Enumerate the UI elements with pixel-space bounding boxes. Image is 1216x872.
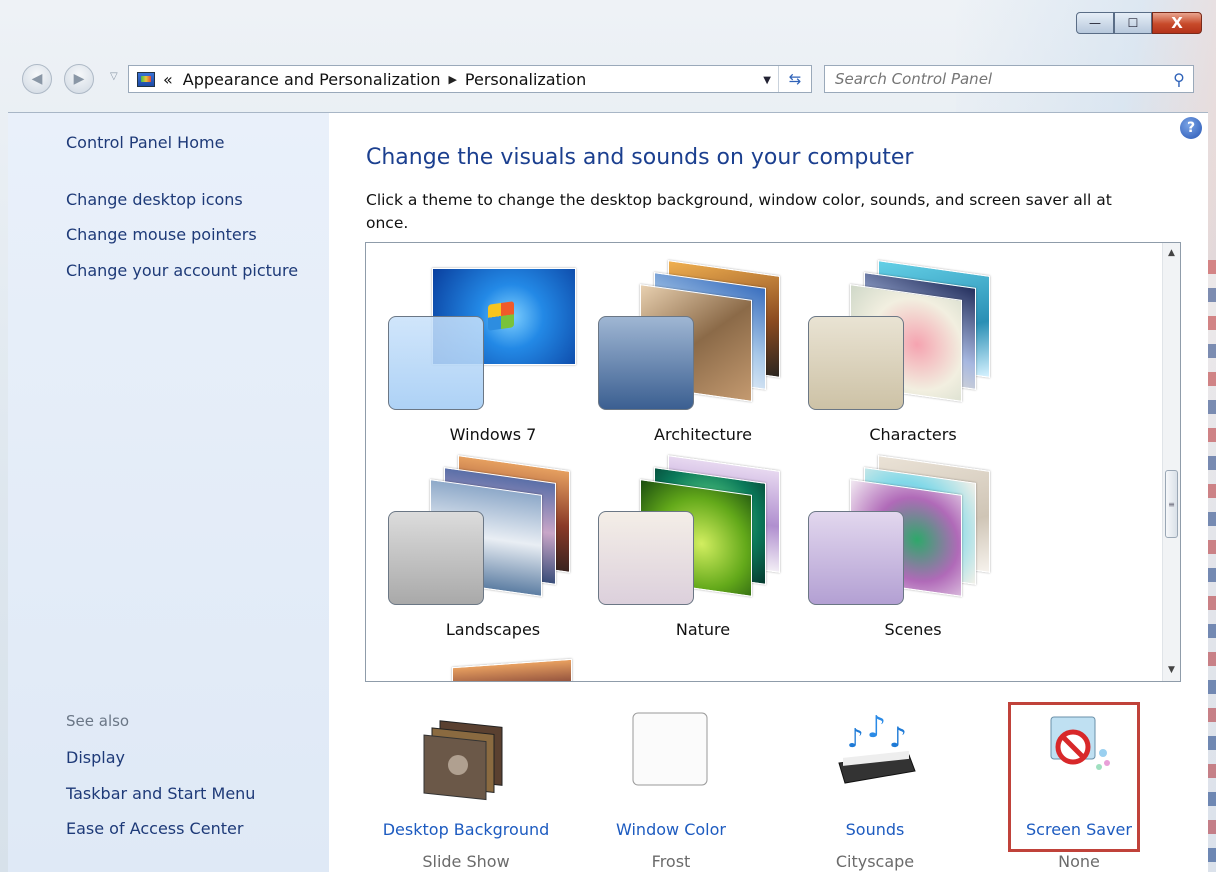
window-color-icon [632,712,708,786]
control-panel-home-link[interactable]: Control Panel Home [66,133,224,152]
window-color-link[interactable]: Window Color [571,820,771,839]
theme-scenes[interactable]: Scenes [808,455,1018,648]
address-bar[interactable]: « Appearance and Personalization ▶ Perso… [128,65,812,93]
svg-text:♪: ♪ [867,710,886,745]
sounds-value: Cityscape [835,852,915,871]
theme-preview-partial [452,658,572,681]
window-color-swatch [598,316,694,410]
window-color-swatch [808,316,904,410]
back-arrow-icon: ◀ [31,71,43,87]
breadcrumb-appearance[interactable]: Appearance and Personalization [183,70,441,89]
window-frame: — ☐ X ◀ ▶ ▽ « Appearance and Personaliza… [0,0,1216,872]
back-button[interactable]: ◀ [22,64,52,94]
window-caption-buttons: — ☐ X [1076,12,1202,34]
theme-windows7[interactable]: Windows 7 [388,268,598,453]
theme-gallery-scrollbar[interactable]: ▲ ≡ ▼ [1162,243,1180,681]
control-panel-icon [137,71,155,87]
task-pane: Control Panel Home Change desktop icons … [8,113,329,872]
search-box[interactable]: ⚲ [824,65,1194,93]
sounds-icon: ♪ ♪ ♪ [838,710,916,784]
search-input[interactable] [825,69,1165,89]
theme-label: Architecture [654,425,752,444]
desktop-background-value: Slide Show [422,852,510,871]
window-color-swatch [808,511,904,605]
breadcrumb-separator-icon[interactable]: ▶ [448,73,456,86]
page-title: Change the visuals and sounds on your co… [366,145,914,170]
help-icon[interactable]: ? [1180,117,1202,139]
search-icon[interactable]: ⚲ [1165,70,1193,89]
theme-gallery[interactable]: Windows 7 Architecture Characters Landsc… [365,242,1181,682]
scrollbar-thumb[interactable]: ≡ [1165,470,1178,538]
navigation-bar: ◀ ▶ ▽ « Appearance and Personalization ▶… [22,62,1202,98]
theme-label: Scenes [884,620,942,639]
minimize-button[interactable]: — [1076,12,1114,34]
change-account-picture-link[interactable]: Change your account picture [66,261,298,280]
recent-pages-dropdown-icon[interactable]: ▽ [110,71,118,82]
theme-nature[interactable]: Nature [598,455,808,648]
desktop-background-setting[interactable]: Desktop Background Slide Show [366,703,566,871]
see-also-heading: See also [66,712,130,730]
sounds-link[interactable]: Sounds [775,820,975,839]
window-color-swatch [388,511,484,605]
content-area: Control Panel Home Change desktop icons … [8,112,1208,872]
theme-characters[interactable]: Characters [808,260,1018,453]
theme-label: Landscapes [445,620,541,639]
window-color-value: Frost [651,852,691,871]
window-color-setting[interactable]: Window Color Frost [571,703,771,871]
desktop-background-link[interactable]: Desktop Background [366,820,566,839]
close-button[interactable]: X [1152,12,1202,34]
address-dropdown-icon[interactable]: ▼ [763,75,771,86]
theme-architecture[interactable]: Architecture [598,260,808,453]
sounds-setting[interactable]: ♪ ♪ ♪ Sounds Cityscape [775,703,975,871]
scroll-down-icon[interactable]: ▼ [1163,662,1180,679]
change-desktop-icons-link[interactable]: Change desktop icons [66,190,243,209]
page-description: Click a theme to change the desktop back… [366,191,1112,232]
theme-label: Nature [675,620,731,639]
screen-saver-highlight [1008,702,1140,852]
window-color-swatch [598,511,694,605]
theme-landscapes[interactable]: Landscapes [388,455,598,648]
theme-label: Characters [869,425,957,444]
maximize-button[interactable]: ☐ [1114,12,1152,34]
taskbar-start-menu-link[interactable]: Taskbar and Start Menu [66,784,255,803]
forward-button[interactable]: ▶ [64,64,94,94]
breadcrumb-personalization[interactable]: Personalization [465,70,586,89]
svg-text:♪: ♪ [889,721,907,754]
svg-text:♪: ♪ [847,724,864,754]
forward-arrow-icon: ▶ [73,71,85,87]
change-mouse-pointers-link[interactable]: Change mouse pointers [66,225,257,244]
screen-saver-value: None [1058,852,1100,871]
refresh-icon[interactable]: ⇆ [778,66,811,92]
window-color-swatch [388,316,484,410]
display-link[interactable]: Display [66,748,125,767]
breadcrumb-overflow[interactable]: « [163,70,173,89]
scroll-up-icon[interactable]: ▲ [1163,245,1180,262]
main-panel: ? Change the visuals and sounds on your … [329,113,1208,872]
ease-of-access-link[interactable]: Ease of Access Center [66,819,243,838]
desktop-background-icon [423,720,503,801]
theme-label: Windows 7 [449,425,537,444]
